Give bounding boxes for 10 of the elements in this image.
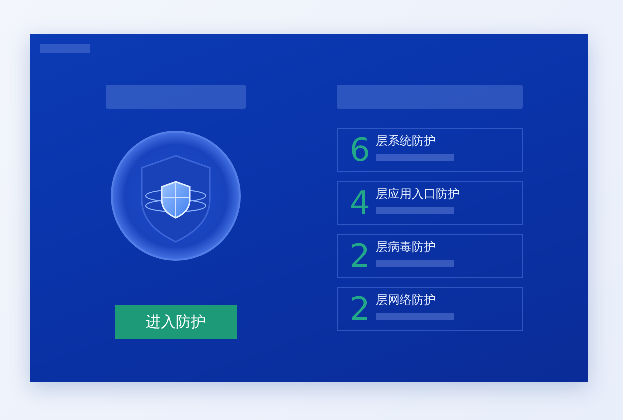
layer-count: 2 [350, 293, 372, 325]
enter-protection-button[interactable]: 进入防护 [115, 305, 237, 339]
layer-count: 2 [350, 240, 372, 272]
layer-label: 层病毒防护 [376, 239, 437, 256]
layer-count: 6 [350, 134, 372, 166]
layer-label: 层网络防护 [376, 292, 437, 309]
layer-label: 层系统防护 [376, 133, 437, 150]
layer-count: 4 [350, 187, 372, 219]
layer-label: 层应用入口防护 [376, 186, 460, 203]
placeholder-bar [40, 44, 90, 53]
